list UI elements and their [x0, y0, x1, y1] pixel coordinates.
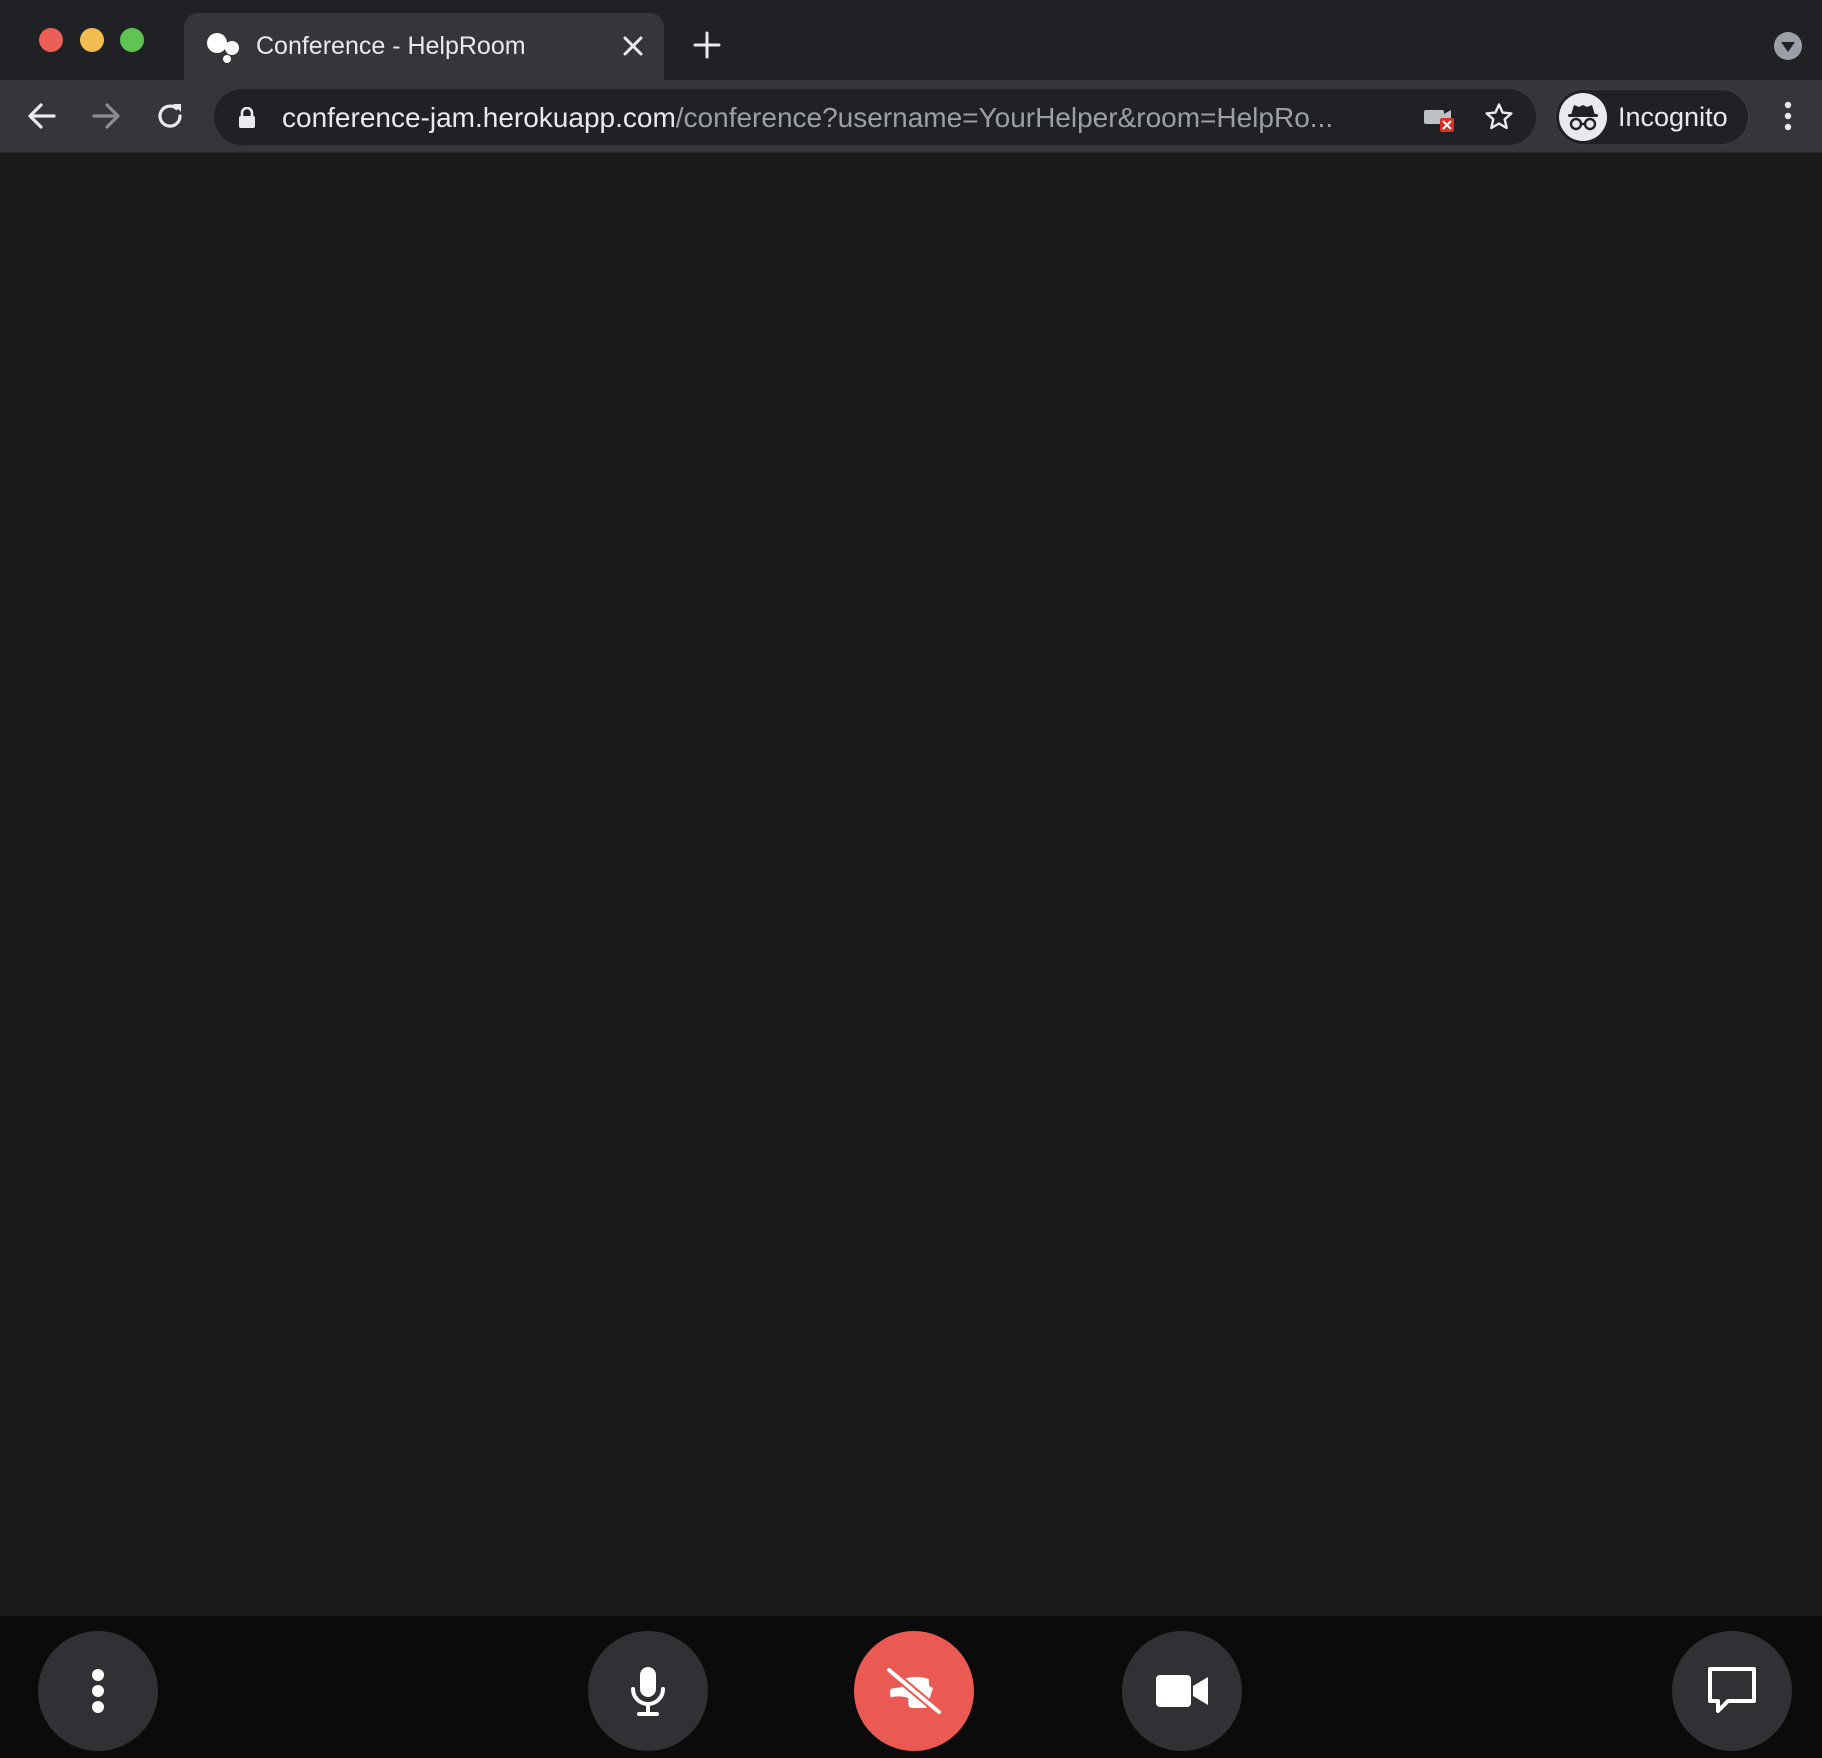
incognito-profile-button[interactable]: Incognito: [1555, 89, 1749, 145]
address-bar[interactable]: conference-jam.herokuapp.com/conference?…: [214, 89, 1536, 145]
browser-menu-icon[interactable]: [1776, 96, 1800, 136]
back-arrow-icon[interactable]: [24, 98, 60, 134]
lock-icon[interactable]: [238, 107, 256, 129]
call-controls-bar: [0, 1616, 1822, 1758]
tab-title: Conference - HelpRoom: [256, 32, 526, 60]
forward-arrow-icon[interactable]: [88, 98, 124, 134]
window-minimize-button[interactable]: [80, 28, 104, 52]
microphone-button[interactable]: [588, 1631, 708, 1751]
camera-blocked-icon[interactable]: [1422, 103, 1456, 133]
window-maximize-button[interactable]: [120, 28, 144, 52]
url-path: /conference?username=YourHelper&room=Hel…: [675, 102, 1334, 133]
microphone-icon: [631, 1667, 665, 1716]
hangup-icon: [885, 1666, 943, 1716]
hangup-button[interactable]: [854, 1631, 974, 1751]
browser-toolbar: conference-jam.herokuapp.com/conference?…: [0, 80, 1822, 153]
more-options-button[interactable]: [38, 1631, 158, 1751]
chat-icon: [1708, 1667, 1756, 1713]
camera-button[interactable]: [1122, 1631, 1242, 1751]
url-text[interactable]: conference-jam.herokuapp.com/conference?…: [282, 102, 1612, 134]
reload-icon[interactable]: [152, 98, 188, 134]
tab-search-icon[interactable]: [1773, 31, 1803, 61]
incognito-icon: [1559, 93, 1607, 141]
window-close-button[interactable]: [39, 28, 63, 52]
more-vertical-icon: [92, 1669, 104, 1713]
chat-button[interactable]: [1672, 1631, 1792, 1751]
new-tab-icon[interactable]: [692, 30, 722, 60]
tab-conference[interactable]: Conference - HelpRoom: [184, 13, 664, 80]
url-host: conference-jam.herokuapp.com: [282, 102, 676, 133]
browser-tab-strip: Conference - HelpRoom: [0, 0, 1822, 80]
close-tab-icon[interactable]: [620, 33, 646, 59]
bookmark-star-icon[interactable]: [1484, 102, 1514, 132]
video-camera-icon: [1156, 1675, 1208, 1707]
video-stage: [0, 153, 1822, 1616]
conference-logo-icon: [207, 33, 239, 63]
profile-label: Incognito: [1618, 102, 1728, 132]
